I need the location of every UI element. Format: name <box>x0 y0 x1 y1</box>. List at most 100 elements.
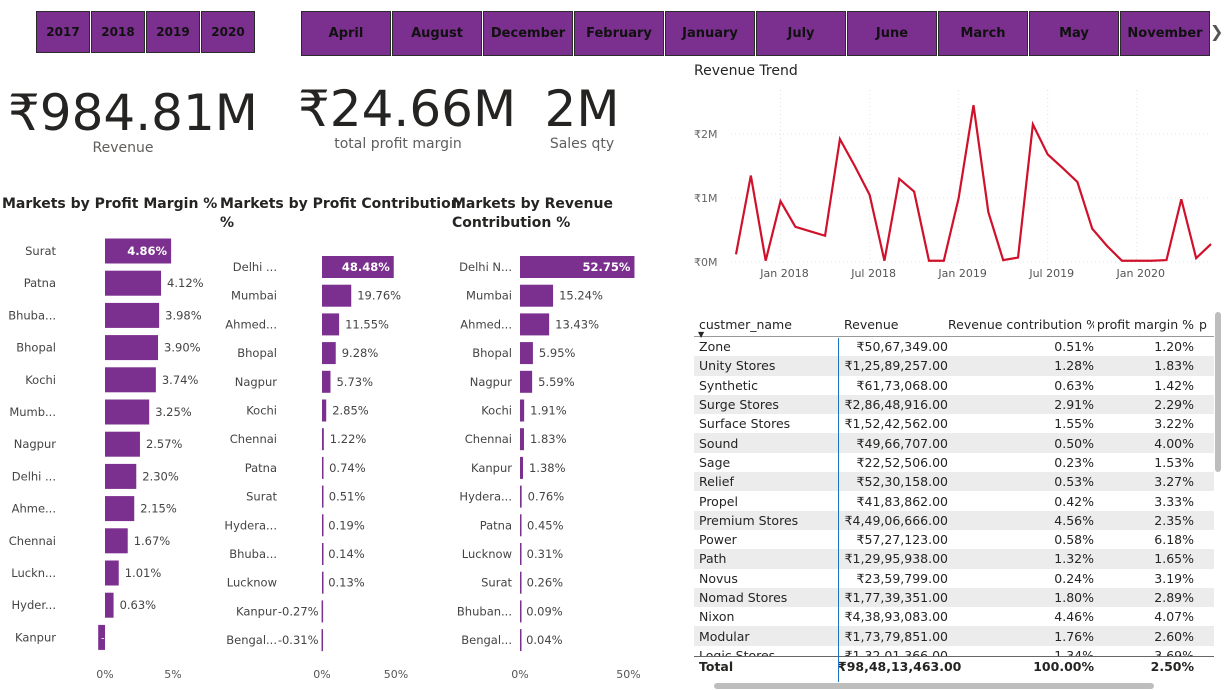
bar[interactable] <box>321 600 324 623</box>
bar[interactable] <box>105 270 162 296</box>
bar[interactable] <box>322 284 352 307</box>
data-label: 3.25% <box>155 405 192 419</box>
bar[interactable] <box>322 428 324 451</box>
customer-name-cell: Sage <box>699 454 731 470</box>
profit-margin-cell: 1.42% <box>1154 377 1194 393</box>
month-may-button[interactable]: May <box>1029 11 1119 56</box>
table-row[interactable]: Relief ₹52,30,158.00 0.53% 3.27% <box>694 472 1214 492</box>
category-label: Mumbai <box>466 289 512 303</box>
bar[interactable] <box>520 485 522 508</box>
total-profit-margin: 2.50% <box>1150 659 1194 674</box>
bar[interactable] <box>520 456 523 479</box>
category-label: Nagpur <box>235 375 278 389</box>
profit-margin-chart: Surat 4.86% Patna 4.12% Bhuba... 3.98% Bhopal 3… <box>8 238 204 681</box>
month-march-button[interactable]: March <box>938 11 1028 56</box>
bar[interactable] <box>321 629 324 652</box>
bar[interactable] <box>322 313 340 336</box>
bar[interactable] <box>105 399 150 425</box>
bar[interactable] <box>520 428 524 451</box>
bar[interactable] <box>105 335 159 361</box>
bar[interactable] <box>520 313 550 336</box>
category-label: Ahme... <box>12 502 56 516</box>
table-row[interactable]: Propel ₹41,83,862.00 0.42% 3.33% <box>694 491 1214 511</box>
bar[interactable] <box>105 431 140 457</box>
bar[interactable] <box>322 370 331 393</box>
month-february-button[interactable]: February <box>574 11 664 56</box>
bar[interactable] <box>520 342 533 365</box>
month-november-button[interactable]: November <box>1120 11 1210 56</box>
table-row[interactable]: Novus ₹23,59,799.00 0.24% 3.19% <box>694 568 1214 588</box>
table-row[interactable]: Premium Stores ₹4,49,06,666.00 4.56% 2.35% <box>694 510 1214 530</box>
table-row[interactable]: Surface Stores ₹1,52,42,562.00 1.55% 3.22% <box>694 414 1214 434</box>
revenue-line[interactable] <box>734 105 1212 262</box>
profit-value: ₹24.66M <box>298 80 517 138</box>
category-label: Kochi <box>25 373 56 387</box>
table-row[interactable]: Zone ₹50,67,349.00 0.51% 1.20% <box>694 337 1214 357</box>
bar[interactable] <box>322 399 327 422</box>
customer-name-cell: Novus <box>699 570 738 586</box>
revenue-contribution-cell: 4.46% <box>1054 609 1094 625</box>
horizontal-scrollbar[interactable] <box>714 683 1154 689</box>
header-revenue-contribution[interactable]: Revenue contribution % <box>948 317 1094 332</box>
header-customer-name[interactable]: custmer_name <box>694 317 838 332</box>
month-august-button[interactable]: August <box>392 11 482 56</box>
bar[interactable] <box>520 629 522 652</box>
bar[interactable] <box>520 514 522 537</box>
bar[interactable] <box>105 367 156 393</box>
month-december-button[interactable]: December <box>483 11 573 56</box>
chevron-right-icon[interactable]: ❯ <box>1210 22 1223 41</box>
table-row[interactable]: Path ₹1,29,95,938.00 1.32% 1.65% <box>694 549 1214 569</box>
year-2018-button[interactable]: 2018 <box>91 11 145 53</box>
sort-desc-icon[interactable]: ▼ <box>698 330 704 339</box>
bar[interactable] <box>520 284 554 307</box>
data-label: 5.73% <box>336 375 373 389</box>
table-row[interactable]: Surge Stores ₹2,86,48,916.00 2.91% 2.29% <box>694 394 1214 415</box>
revenue-contribution-cell: 0.50% <box>1054 435 1094 451</box>
bar[interactable] <box>105 496 135 522</box>
month-july-button[interactable]: July <box>756 11 846 56</box>
bar[interactable] <box>322 543 324 565</box>
data-label: 9.28% <box>342 346 379 360</box>
table-row[interactable]: Nixon ₹4,38,93,083.00 4.46% 4.07% <box>694 607 1214 627</box>
bar[interactable] <box>105 302 160 328</box>
bar[interactable] <box>520 370 533 393</box>
bar[interactable] <box>322 342 336 365</box>
bar[interactable] <box>322 514 324 537</box>
vertical-scrollbar[interactable] <box>1215 312 1221 472</box>
month-january-button[interactable]: January <box>665 11 755 56</box>
table-row[interactable]: Modular ₹1,73,79,851.00 1.76% 2.60% <box>694 626 1214 646</box>
bar[interactable] <box>520 399 525 422</box>
bar[interactable] <box>322 485 324 508</box>
table-row[interactable]: Logic Stores ₹1,32,01,366.00 1.34% 3.69% <box>694 645 1214 656</box>
year-2020-button[interactable]: 2020 <box>201 11 255 53</box>
bar[interactable] <box>322 571 324 594</box>
table-row[interactable]: Synthetic ₹61,73,068.00 0.63% 1.42% <box>694 375 1214 395</box>
profit-margin-cell: 6.18% <box>1154 532 1194 548</box>
header-truncated[interactable]: p <box>1194 317 1214 332</box>
data-label: 19.76% <box>357 289 401 303</box>
data-label: 0.04% <box>526 633 563 647</box>
year-2019-button[interactable]: 2019 <box>146 11 200 53</box>
bar[interactable] <box>105 463 137 489</box>
bar[interactable] <box>520 543 522 565</box>
revenue-cell: ₹23,59,799.00 <box>856 570 948 586</box>
month-april-button[interactable]: April <box>301 11 391 56</box>
bar[interactable] <box>105 528 128 554</box>
table-row[interactable]: Power ₹57,27,123.00 0.58% 6.18% <box>694 529 1214 550</box>
bar[interactable] <box>105 592 114 618</box>
revenue-contribution-cell: 1.80% <box>1054 590 1094 605</box>
table-row[interactable]: Nomad Stores ₹1,77,39,351.00 1.80% 2.89% <box>694 587 1214 608</box>
bar[interactable] <box>105 560 119 586</box>
bar[interactable] <box>322 456 324 479</box>
table-row[interactable]: Unity Stores ₹1,25,89,257.00 1.28% 1.83% <box>694 356 1214 376</box>
bar[interactable] <box>520 571 522 594</box>
bar[interactable] <box>520 600 522 623</box>
year-2017-button[interactable]: 2017 <box>36 11 90 53</box>
header-profit-margin[interactable]: profit margin % <box>1094 317 1194 332</box>
customer-name-cell: Power <box>699 532 737 548</box>
month-june-button[interactable]: June <box>847 11 937 56</box>
table-row[interactable]: Sound ₹49,66,707.00 0.50% 4.00% <box>694 433 1214 453</box>
table-row[interactable]: Sage ₹22,52,506.00 0.23% 1.53% <box>694 452 1214 473</box>
revenue-cell: ₹4,38,93,083.00 <box>844 609 948 625</box>
header-revenue[interactable]: Revenue <box>838 317 948 332</box>
